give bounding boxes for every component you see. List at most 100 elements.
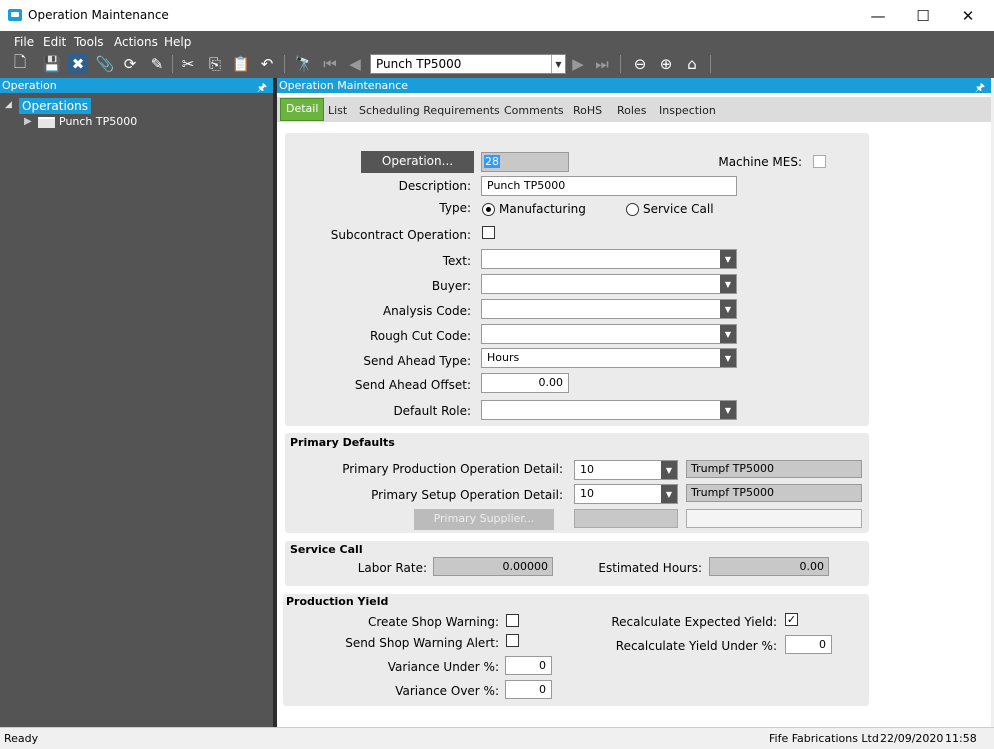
toolbar-separator <box>710 55 711 73</box>
text-label: Text: <box>442 254 471 268</box>
tree-panel <box>0 93 273 727</box>
chevron-down-icon[interactable]: ▼ <box>720 250 736 268</box>
chevron-down-icon[interactable]: ▼ <box>720 275 736 293</box>
primary-production-combo[interactable]: 10 ▼ <box>574 460 678 480</box>
service-call-header: Service Call <box>290 543 363 556</box>
text-combo[interactable]: ▼ <box>481 249 737 269</box>
send-shop-warning-alert-checkbox[interactable] <box>506 634 519 647</box>
recalculate-yield-under-label: Recalculate Yield Under %: <box>615 639 777 653</box>
primary-supplier-field[interactable] <box>574 509 678 528</box>
last-icon[interactable]: ⏭ <box>592 54 612 74</box>
analysis-code-combo[interactable]: ▼ <box>481 299 737 319</box>
back-icon[interactable]: ⊖ <box>630 54 650 74</box>
close-button[interactable]: ✕ <box>945 0 991 31</box>
rough-cut-code-combo[interactable]: ▼ <box>481 324 737 344</box>
tree-root-operations[interactable]: Operations <box>19 98 91 114</box>
collapse-icon[interactable]: ◢ <box>5 100 12 110</box>
primary-defaults-header: Primary Defaults <box>290 436 395 449</box>
attach-icon[interactable]: 📎 <box>95 54 115 74</box>
tab-scheduling-requirements[interactable]: Scheduling Requirements <box>359 104 500 117</box>
menu-file[interactable]: File <box>14 35 34 49</box>
chevron-down-icon[interactable]: ▼ <box>551 55 565 73</box>
recalculate-yield-under-input[interactable]: 0 <box>785 635 832 654</box>
menu-tools[interactable]: Tools <box>74 35 104 49</box>
copy-icon[interactable]: ⎘ <box>205 54 225 74</box>
tab-list[interactable]: List <box>328 104 347 117</box>
search-icon[interactable]: 🔭 <box>294 54 314 74</box>
left-panel-header: Operation 🖈 <box>0 78 273 94</box>
toolbar-separator <box>172 55 173 73</box>
primary-setup-label: Primary Setup Operation Detail: <box>371 488 563 502</box>
menu-help[interactable]: Help <box>164 35 191 49</box>
description-input[interactable]: Punch TP5000 <box>481 176 737 196</box>
tab-comments[interactable]: Comments <box>504 104 564 117</box>
undo-icon[interactable]: ↶ <box>257 54 277 74</box>
menu-actions[interactable]: Actions <box>114 35 158 49</box>
default-role-combo[interactable]: ▼ <box>481 400 737 420</box>
subcontract-checkbox[interactable] <box>482 226 495 239</box>
new-icon[interactable]: 🗋 <box>10 53 30 74</box>
type-service-call-label: Service Call <box>643 202 714 216</box>
recalculate-yield-checkbox[interactable]: ✓ <box>785 613 798 626</box>
tab-rohs[interactable]: RoHS <box>573 104 602 117</box>
tab-detail[interactable]: Detail <box>280 98 325 121</box>
primary-production-desc: Trumpf TP5000 <box>686 460 862 478</box>
chevron-down-icon[interactable]: ▼ <box>720 300 736 318</box>
toolbar-separator <box>284 55 285 73</box>
chevron-down-icon[interactable]: ▼ <box>720 401 736 419</box>
paste-icon[interactable]: 📋 <box>231 54 251 74</box>
rough-cut-code-label: Rough Cut Code: <box>369 329 471 343</box>
tab-roles[interactable]: Roles <box>617 104 646 117</box>
create-shop-warning-label: Create Shop Warning: <box>367 615 499 629</box>
clear-icon[interactable]: ✎ <box>147 54 167 74</box>
status-date: 22/09/2020 <box>880 732 944 745</box>
prev-icon[interactable]: ◀ <box>345 54 365 74</box>
create-shop-warning-checkbox[interactable] <box>506 614 519 627</box>
machine-mes-checkbox[interactable] <box>813 155 826 168</box>
variance-over-label: Variance Over %: <box>395 684 499 698</box>
cut-icon[interactable]: ✂ <box>178 54 198 74</box>
machine-mes-label: Machine MES: <box>718 155 802 169</box>
expand-icon[interactable]: ▶ <box>24 116 32 127</box>
labor-rate-label: Labor Rate: <box>357 561 427 575</box>
type-manufacturing-radio[interactable] <box>482 203 495 216</box>
status-time: 11:58 <box>945 732 977 745</box>
primary-setup-value: 10 <box>580 487 594 500</box>
chevron-down-icon[interactable]: ▼ <box>720 349 736 367</box>
home-icon[interactable]: ⌂ <box>682 54 702 74</box>
left-panel-title: Operation <box>2 79 57 92</box>
save-icon[interactable]: 💾 <box>42 54 62 74</box>
analysis-code-label: Analysis Code: <box>382 304 471 318</box>
minimize-button[interactable]: — <box>855 0 901 31</box>
type-service-call-radio[interactable] <box>626 203 639 216</box>
menu-edit[interactable]: Edit <box>43 35 66 49</box>
chevron-down-icon[interactable]: ▼ <box>661 461 677 479</box>
maximize-button[interactable]: ☐ <box>900 0 946 31</box>
first-icon[interactable]: ⏮ <box>320 54 340 74</box>
variance-under-input[interactable]: 0 <box>505 656 552 675</box>
buyer-combo[interactable]: ▼ <box>481 274 737 294</box>
record-nav-combo[interactable]: Punch TP5000 ▼ <box>370 54 566 74</box>
send-ahead-offset-input[interactable]: 0.00 <box>481 373 569 393</box>
primary-supplier-button[interactable]: Primary Supplier... <box>414 509 554 530</box>
chevron-down-icon[interactable]: ▼ <box>720 325 736 343</box>
delete-icon[interactable]: ✖ <box>68 54 88 74</box>
operation-button[interactable]: Operation... <box>361 151 474 173</box>
forward-icon[interactable]: ⊕ <box>656 54 676 74</box>
record-nav-value: Punch TP5000 <box>376 57 462 71</box>
tab-inspection[interactable]: Inspection <box>659 104 716 117</box>
operation-field[interactable]: 28 <box>481 152 569 172</box>
type-manufacturing-label: Manufacturing <box>499 202 586 216</box>
chevron-down-icon[interactable]: ▼ <box>661 485 677 503</box>
operation-value: 28 <box>484 155 500 168</box>
primary-setup-combo[interactable]: 10 ▼ <box>574 484 678 504</box>
variance-over-input[interactable]: 0 <box>505 680 552 699</box>
next-icon[interactable]: ▶ <box>568 54 588 74</box>
refresh-icon[interactable]: ⟳ <box>120 54 140 74</box>
send-ahead-type-combo[interactable]: Hours ▼ <box>481 348 737 368</box>
primary-setup-desc: Trumpf TP5000 <box>686 484 862 502</box>
send-shop-warning-alert-label: Send Shop Warning Alert: <box>345 636 499 650</box>
tree-item-punch[interactable]: Punch TP5000 <box>59 115 137 128</box>
subcontract-label: Subcontract Operation: <box>330 228 471 242</box>
app-icon <box>8 9 22 21</box>
